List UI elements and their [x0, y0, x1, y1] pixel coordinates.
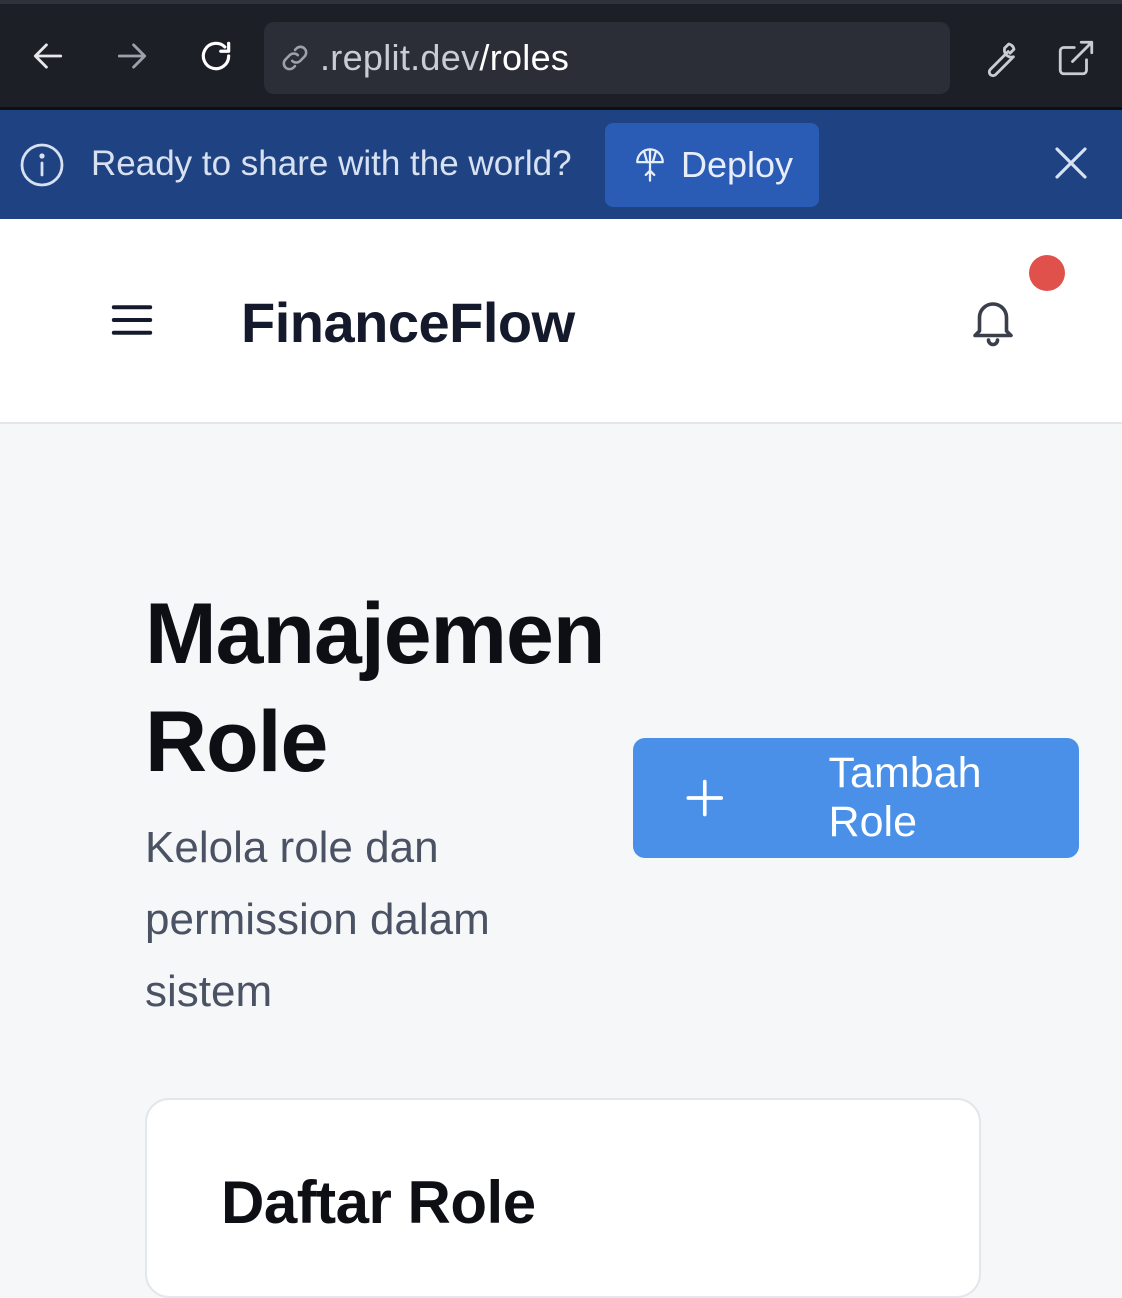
- page-title: Manajemen Role: [145, 586, 605, 790]
- devtools-button[interactable]: [976, 34, 1024, 82]
- deploy-icon: [636, 148, 664, 182]
- browser-toolbar: .replit.dev/roles: [0, 0, 1122, 110]
- reload-button[interactable]: [190, 30, 242, 82]
- banner-message: Ready to share with the world?: [91, 144, 572, 183]
- page-subtitle: Kelola role dan permission dalam sistem: [145, 823, 490, 1016]
- url-text: .replit.dev/roles: [320, 37, 569, 79]
- close-icon[interactable]: [1050, 142, 1092, 184]
- link-icon: [282, 45, 308, 71]
- back-arrow-icon: [33, 43, 63, 69]
- notification-badge: [1029, 255, 1065, 291]
- bell-icon[interactable]: [966, 294, 1020, 350]
- open-external-button[interactable]: [1052, 34, 1100, 82]
- menu-icon[interactable]: [110, 300, 154, 340]
- brand-title: FinanceFlow: [241, 291, 575, 354]
- info-icon: [20, 143, 64, 187]
- reload-icon: [201, 41, 231, 71]
- add-role-button[interactable]: Tambah Role: [633, 738, 1079, 858]
- address-bar[interactable]: .replit.dev/roles: [264, 22, 950, 94]
- plus-icon: [686, 779, 724, 817]
- forward-button[interactable]: [106, 30, 158, 82]
- card-title: Daftar Role: [221, 1169, 536, 1236]
- wrench-icon: [987, 42, 1016, 78]
- back-button[interactable]: [22, 30, 74, 82]
- url-host: .replit.dev: [320, 37, 480, 78]
- external-link-icon: [1058, 40, 1094, 76]
- url-path: /roles: [479, 37, 570, 78]
- forward-arrow-icon: [117, 43, 147, 69]
- deploy-label: Deploy: [681, 144, 794, 185]
- deploy-button[interactable]: Deploy: [605, 123, 819, 207]
- add-role-label: Tambah Role: [828, 749, 982, 846]
- deploy-banner: Ready to share with the world? Deploy: [0, 110, 1122, 219]
